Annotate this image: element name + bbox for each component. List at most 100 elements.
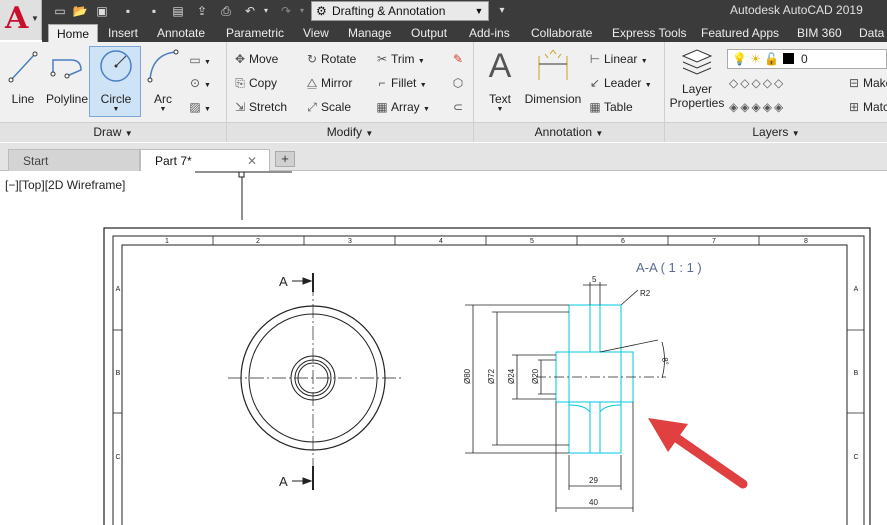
offset-button[interactable]: ⊂ — [449, 97, 467, 117]
rotate-label: Rotate — [321, 52, 357, 66]
undo-dropdown-icon[interactable]: ▾ — [258, 3, 274, 19]
chevron-down-icon: ▼ — [417, 58, 425, 65]
layer-delete-icon: ◈ — [751, 100, 763, 114]
new-tab-button[interactable]: + — [275, 151, 295, 167]
mirror-button[interactable]: ⧋ Mirror — [303, 73, 353, 93]
modify-panel: ✥ Move ↻ Rotate ✂ Trim ▼ ✎ ⎘ Copy ⧋ Mirror ⌐ F… — [227, 42, 474, 142]
tab-featured-apps[interactable]: Featured Apps — [701, 24, 779, 42]
drawing-area[interactable]: [−][Top][2D Wireframe] 1 2 3 4 5 6 7 8 A… — [0, 171, 887, 525]
chevron-down-icon: ▼ — [474, 6, 484, 16]
row-label-a: A — [116, 286, 121, 293]
make-current-button[interactable]: ⊟Make C — [845, 73, 887, 93]
save-as-icon[interactable]: ▪ — [146, 3, 162, 19]
export-icon[interactable]: ⇪ — [194, 3, 210, 19]
layer-thaw-icon: ◈ — [762, 100, 774, 114]
layer-freeze-icon: ◇ — [751, 76, 763, 90]
trim-button[interactable]: ✂ Trim ▼ — [373, 49, 425, 69]
stretch-button[interactable]: ⇲ Stretch — [231, 97, 287, 117]
dimension-button[interactable]: Dimension — [522, 46, 584, 106]
move-button[interactable]: ✥ Move — [231, 49, 278, 69]
rotate-button[interactable]: ↻ Rotate — [303, 49, 356, 69]
gear-icon: ⚙ — [316, 4, 327, 18]
close-icon[interactable]: ✕ — [247, 150, 257, 172]
column-label-7: 7 — [712, 238, 716, 245]
publish-icon[interactable]: ▤ — [170, 3, 186, 19]
tab-data[interactable]: Data — [859, 24, 884, 42]
leader-button[interactable]: ↙ Leader ▼ — [586, 73, 652, 93]
hatch-button[interactable]: ▨ ▼ — [186, 97, 211, 117]
layer-tools-row-2[interactable]: ◈◈◈◈◈ — [729, 97, 785, 117]
stretch-label: Stretch — [249, 100, 288, 114]
polyline-icon — [50, 59, 82, 79]
redo-icon[interactable]: ↷ — [278, 3, 294, 19]
make-current-icon: ⊟ — [848, 76, 860, 90]
ribbon: Line Polyline Circle ▼ Arc ▼ ▭ ▼ ⊙ ▼ ▨ ▼… — [0, 42, 887, 142]
linear-button[interactable]: ⊢ Linear ▼ — [586, 49, 648, 69]
tab-view[interactable]: View — [303, 24, 329, 42]
fillet-button[interactable]: ⌐ Fillet ▼ — [373, 73, 426, 93]
tab-add-ins[interactable]: Add-ins — [469, 24, 510, 42]
open-folder-icon[interactable]: 📂 — [72, 3, 88, 19]
table-button[interactable]: ▦ Table — [586, 97, 633, 117]
workspace-selector[interactable]: ⚙ Drafting & Annotation ▼ — [311, 1, 489, 21]
chevron-down-icon[interactable]: ▼ — [146, 106, 180, 113]
tab-output[interactable]: Output — [411, 24, 447, 42]
ellipse-button[interactable]: ⊙ ▼ — [186, 73, 211, 93]
circle-button[interactable]: Circle ▼ — [92, 46, 140, 113]
layer-walk-icon: ◈ — [729, 100, 741, 114]
erase-button[interactable]: ✎ — [449, 49, 467, 69]
tab-bim-360[interactable]: BIM 360 — [797, 24, 842, 42]
current-layer-name: 0 — [801, 52, 808, 66]
undo-icon[interactable]: ↶ — [242, 3, 258, 19]
polyline-button[interactable]: Polyline — [44, 46, 90, 106]
arc-label: Arc — [154, 92, 172, 106]
scale-button[interactable]: ⤢ Scale — [303, 97, 351, 117]
mirror-icon: ⧋ — [306, 76, 318, 90]
offset-icon: ⊂ — [452, 100, 464, 114]
layers-panel-title[interactable]: Layers ▼ — [665, 122, 887, 142]
tab-collaborate[interactable]: Collaborate — [531, 24, 592, 42]
chevron-down-icon[interactable]: ▼ — [482, 106, 518, 113]
chevron-down-icon[interactable]: ▼ — [92, 106, 140, 113]
print-icon[interactable]: ⎙ — [218, 3, 234, 19]
modify-panel-title[interactable]: Modify ▼ — [227, 122, 473, 142]
trim-label: Trim — [391, 52, 415, 66]
layer-tools-row-1[interactable]: ◇◇◇◇◇ — [729, 73, 785, 93]
drawing-sheet: 1 2 3 4 5 6 7 8 A B C A B C A A A-A (1 … — [103, 171, 871, 525]
chevron-down-icon: ▼ — [595, 129, 604, 138]
draw-panel-title[interactable]: Draw ▼ — [0, 122, 226, 142]
copy-button[interactable]: ⎘ Copy — [231, 73, 277, 93]
layer-on-icon: ◈ — [773, 100, 786, 114]
dimension-icon — [538, 49, 568, 80]
array-button[interactable]: ▦ Array ▼ — [373, 97, 430, 117]
tab-express-tools[interactable]: Express Tools — [612, 24, 686, 42]
new-file-icon[interactable]: ▭ — [52, 3, 68, 19]
tab-parametric[interactable]: Parametric — [226, 24, 284, 42]
save-icon[interactable]: ▪ — [120, 3, 136, 19]
application-menu-button[interactable]: A ▼ — [0, 0, 42, 40]
rectangle-button[interactable]: ▭ ▼ — [186, 50, 211, 70]
dim-d72: Ø72 — [487, 368, 496, 384]
customize-toolbar-icon[interactable]: ▾ — [494, 3, 510, 19]
text-button[interactable]: A Text ▼ — [482, 46, 518, 113]
layer-dropdown[interactable]: 💡 ☀ 🔓 0 — [727, 49, 887, 69]
tab-home[interactable]: Home — [48, 24, 99, 43]
tab-annotate[interactable]: Annotate — [157, 24, 205, 42]
annotation-panel-title[interactable]: Annotation ▼ — [474, 122, 664, 142]
copy-icon: ⎘ — [235, 76, 245, 90]
match-layer-button[interactable]: ⊞Match L — [845, 97, 887, 117]
tab-manage[interactable]: Manage — [348, 24, 391, 42]
row-label-c-right: C — [853, 454, 858, 461]
chevron-down-icon: ▼ — [204, 59, 211, 66]
explode-button[interactable]: ⬡ — [449, 73, 467, 93]
tab-start[interactable]: Start — [8, 149, 140, 171]
line-button[interactable]: Line — [6, 46, 40, 106]
open-sheet-icon[interactable]: ▣ — [94, 3, 110, 19]
redo-dropdown-icon[interactable]: ▾ — [294, 3, 310, 19]
tab-part-7[interactable]: Part 7* ✕ — [140, 149, 270, 171]
move-label: Move — [249, 52, 279, 66]
table-label: Table — [604, 100, 633, 114]
layer-properties-button[interactable]: Layer Properties — [669, 46, 725, 110]
arc-button[interactable]: Arc ▼ — [146, 46, 180, 113]
tab-insert[interactable]: Insert — [108, 24, 138, 42]
